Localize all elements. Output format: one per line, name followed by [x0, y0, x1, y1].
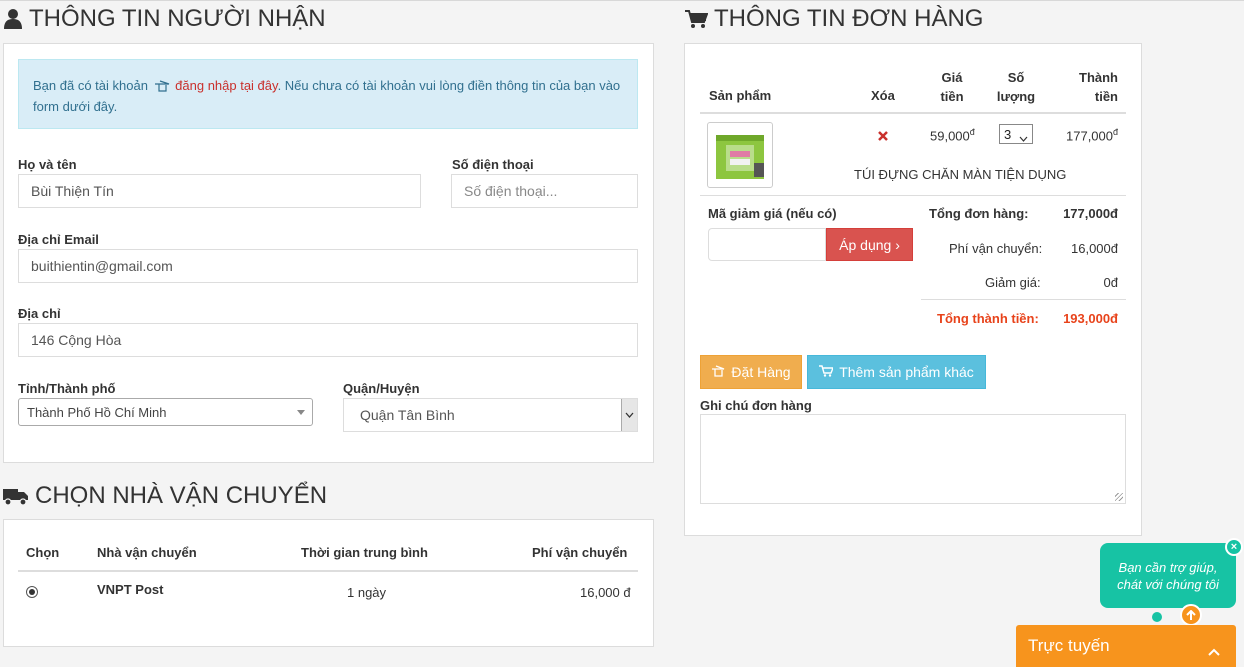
- email-input[interactable]: [18, 249, 638, 283]
- summary-divider: [921, 299, 1126, 300]
- add-more-products-button[interactable]: Thêm sản phẩm khác: [807, 355, 986, 389]
- user-icon: [3, 8, 23, 30]
- cart-icon: [684, 9, 708, 29]
- hand-pointer-icon: [711, 364, 725, 380]
- coupon-label: Mã giảm giá (nếu có): [708, 206, 837, 221]
- resize-handle-icon[interactable]: [1115, 493, 1123, 501]
- cart-icon: [819, 364, 835, 380]
- arrow-up-icon[interactable]: [1180, 604, 1202, 626]
- quantity-select[interactable]: 3: [999, 124, 1033, 144]
- shipping-title: CHỌN NHÀ VẬN CHUYỂN: [3, 482, 327, 510]
- grand-total-value: 193,000đ: [1063, 311, 1118, 326]
- subtotal-label: Tổng đơn hàng:: [929, 206, 1029, 221]
- order-col-delete: Xóa: [871, 88, 895, 103]
- online-chat-bar[interactable]: Trực tuyến: [1016, 625, 1236, 667]
- carrier-time: 1 ngày: [347, 585, 387, 600]
- district-label: Quận/Huyện: [343, 381, 420, 396]
- district-select[interactable]: Quận Tân Bình: [343, 398, 638, 432]
- carrier-name: VNPT Post: [97, 582, 164, 597]
- apply-coupon-button[interactable]: Áp dụng ›: [826, 228, 913, 261]
- phone-label: Số điện thoại: [452, 157, 534, 172]
- fullname-label: Họ và tên: [18, 157, 77, 172]
- chat-pointer-dot: [1152, 612, 1162, 622]
- order-col-qty: Số lượng: [996, 70, 1036, 104]
- item-divider: [700, 195, 1126, 196]
- dropdown-caret-icon: [297, 410, 305, 415]
- login-link[interactable]: đăng nhập tại đây: [175, 78, 277, 93]
- discount-value: 0đ: [1103, 275, 1118, 290]
- carrier-fee: 16,000 đ: [580, 585, 631, 600]
- recipient-title: THÔNG TIN NGƯỜI NHẬN: [3, 5, 326, 33]
- place-order-button[interactable]: Đặt Hàng: [700, 355, 802, 389]
- order-header-divider: [700, 112, 1126, 114]
- order-note-textarea[interactable]: [700, 414, 1126, 504]
- chat-help-bubble[interactable]: Bạn cần trợ giúp, chát với chúng tôi: [1100, 543, 1236, 608]
- order-col-total: Thành tiền: [1079, 70, 1118, 104]
- coupon-input[interactable]: [708, 228, 826, 261]
- close-icon[interactable]: ×: [1225, 538, 1243, 556]
- order-col-product: Sản phẩm: [709, 88, 772, 103]
- shipping-col-carrier: Nhà vận chuyển: [97, 545, 197, 560]
- product-name: TÚI ĐỰNG CHĂN MÀN TIỆN DỤNG: [854, 167, 1067, 182]
- shipping-col-time: Thời gian trung bình: [301, 545, 428, 560]
- product-image: [716, 135, 764, 179]
- shipping-header-divider: [18, 570, 638, 572]
- fullname-input[interactable]: [18, 174, 421, 208]
- city-select[interactable]: Thành Phố Hồ Chí Minh: [18, 398, 313, 426]
- item-price: 59,000đ: [930, 127, 975, 144]
- order-title: THÔNG TIN ĐƠN HÀNG: [684, 5, 983, 33]
- subtotal-value: 177,000đ: [1063, 206, 1118, 221]
- remove-icon[interactable]: [878, 128, 888, 144]
- city-label: Tỉnh/Thành phố: [18, 381, 116, 396]
- address-label: Địa chỉ: [18, 306, 61, 321]
- shipping-col-fee: Phí vận chuyển: [532, 545, 628, 560]
- phone-input[interactable]: [451, 174, 638, 208]
- order-col-price: Giá tiền: [940, 70, 964, 104]
- product-thumbnail[interactable]: [707, 122, 773, 188]
- shipping-fee-value: 16,000đ: [1071, 241, 1118, 256]
- address-input[interactable]: [18, 323, 638, 357]
- item-total: 177,000đ: [1066, 127, 1119, 144]
- truck-icon: [3, 486, 29, 506]
- hand-pointer-icon: [154, 78, 170, 97]
- chevron-down-icon[interactable]: [621, 399, 637, 431]
- order-note-label: Ghi chú đơn hàng: [700, 398, 812, 413]
- login-alert: Bạn đã có tài khoản đăng nhập tại đây. N…: [18, 59, 638, 129]
- email-label: Địa chỉ Email: [18, 232, 99, 247]
- chevron-down-icon: [1019, 130, 1028, 145]
- shipping-col-choose: Chọn: [26, 545, 60, 560]
- carrier-radio[interactable]: [26, 586, 38, 598]
- chevron-up-icon[interactable]: [1208, 641, 1220, 661]
